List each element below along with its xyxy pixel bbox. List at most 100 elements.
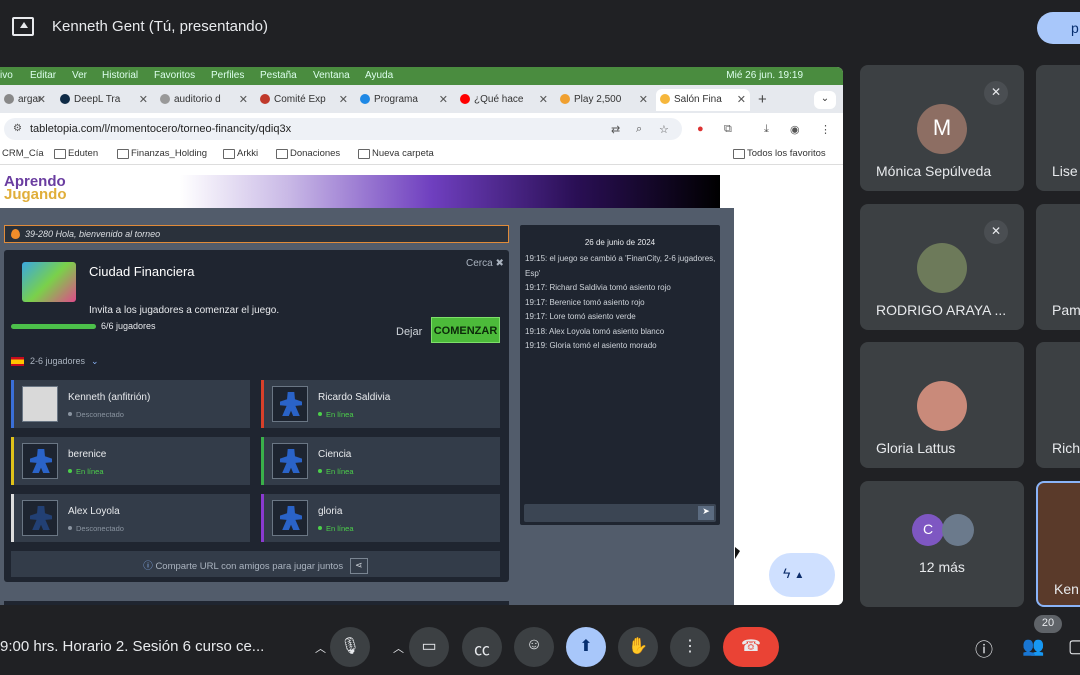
- hand-icon: ✋: [628, 638, 648, 655]
- reactions-button[interactable]: ☺: [514, 627, 554, 667]
- more-options-button[interactable]: ⋮: [670, 627, 710, 667]
- tab-favicon: [660, 94, 670, 104]
- audio-options-chevron-icon[interactable]: ︿: [315, 640, 326, 656]
- player-seat-card[interactable]: Kenneth (anfitrión) Desconectado: [11, 380, 250, 428]
- chat-message: 19:17: Berenice tomó asiento rojo: [525, 297, 645, 307]
- site-logo[interactable]: Aprendo Jugando: [4, 174, 67, 202]
- browser-tab[interactable]: DeepL Tra ✕: [56, 89, 152, 111]
- leave-button[interactable]: Dejar: [396, 326, 422, 338]
- meeple-icon: [30, 449, 52, 473]
- meeple-icon: [280, 392, 302, 416]
- more-count: 12 más: [919, 559, 965, 575]
- people-icon[interactable]: 👥: [1022, 636, 1044, 657]
- stop-presenting-button[interactable]: p: [1037, 12, 1080, 44]
- meeting-info-icon[interactable]: ⓘ: [975, 636, 993, 662]
- participant-tile[interactable]: Pam: [1036, 204, 1080, 330]
- close-tab-icon[interactable]: ✕: [639, 93, 648, 106]
- browser-tab[interactable]: argar ✕: [0, 89, 50, 111]
- meeple-icon: [280, 506, 302, 530]
- close-tab-icon[interactable]: ✕: [37, 93, 46, 106]
- mac-menu-bar: ivo Editar Ver Historial Favoritos Perfi…: [0, 67, 843, 85]
- player-seat-card[interactable]: berenice En línea: [11, 437, 250, 485]
- translate-icon[interactable]: ⇄: [611, 123, 620, 136]
- chat-message: 19:18: Alex Loyola tomó asiento blanco: [525, 326, 665, 336]
- extension-icon[interactable]: ●: [697, 123, 704, 135]
- bookmark-folder[interactable]: Arkki: [223, 148, 258, 159]
- captions-button[interactable]: ㏄: [462, 627, 502, 667]
- mic-muted-icon: ✕: [984, 81, 1008, 105]
- bookmark-folder[interactable]: Finanzas_Holding: [117, 148, 207, 159]
- participant-tile[interactable]: Lise: [1036, 65, 1080, 191]
- raise-hand-button[interactable]: ✋: [618, 627, 658, 667]
- progress-fill: [11, 324, 96, 329]
- address-bar[interactable]: ⚙ tabletopia.com/l/momentocero/torneo-fi…: [4, 118, 682, 140]
- close-tab-icon[interactable]: ✕: [539, 93, 548, 106]
- browser-menu-icon[interactable]: ⋮: [820, 123, 831, 136]
- site-info-icon[interactable]: ⚙: [13, 123, 22, 134]
- chat-icon[interactable]: ▢: [1068, 636, 1080, 657]
- participant-tile[interactable]: M Mónica Sepúlveda ✕: [860, 65, 1024, 191]
- camera-button[interactable]: ▭: [409, 627, 449, 667]
- site-header-banner: Aprendo Jugando: [0, 174, 720, 208]
- browser-tab[interactable]: Programa ✕: [356, 89, 452, 111]
- chat-input[interactable]: ➤: [524, 504, 716, 522]
- participant-tile[interactable]: RODRIGO ARAYA ... ✕: [860, 204, 1024, 330]
- menu-help[interactable]: Ayuda: [365, 70, 393, 81]
- bookmark-folder[interactable]: Eduten: [54, 148, 98, 159]
- player-avatar: [272, 443, 308, 479]
- menu-history[interactable]: Historial: [102, 70, 138, 81]
- browser-tab-active[interactable]: Salón Fina ✕: [656, 89, 750, 111]
- browser-tab[interactable]: ¿Qué hace ✕: [456, 89, 552, 111]
- participant-avatar: [942, 514, 974, 546]
- menu-window[interactable]: Ventana: [313, 70, 350, 81]
- menu-tab[interactable]: Pestaña: [260, 70, 297, 81]
- profile-avatar-icon[interactable]: ◉: [790, 123, 800, 136]
- hang-up-icon: ☎: [741, 638, 761, 655]
- bookmark-folder[interactable]: Nueva carpeta: [358, 148, 434, 159]
- start-game-button[interactable]: COMENZAR: [431, 317, 500, 343]
- participant-tile[interactable]: Gloria Lattus: [860, 342, 1024, 468]
- leave-call-button[interactable]: ☎: [723, 627, 779, 667]
- close-tab-icon[interactable]: ✕: [139, 93, 148, 106]
- close-tab-icon[interactable]: ✕: [439, 93, 448, 106]
- microphone-button[interactable]: 🎙: [330, 627, 370, 667]
- present-screen-button[interactable]: ⬆: [566, 627, 606, 667]
- bookmark-folder[interactable]: Donaciones: [276, 148, 340, 159]
- menu-view[interactable]: Ver: [72, 70, 87, 81]
- player-seat-card[interactable]: Ricardo Saldivia En línea: [261, 380, 500, 428]
- close-tab-icon[interactable]: ✕: [737, 93, 746, 106]
- close-room-button[interactable]: Cerca ✖: [466, 258, 504, 269]
- microphone-icon: 🎙: [339, 638, 361, 655]
- player-seat-card[interactable]: Ciencia En línea: [261, 437, 500, 485]
- players-range-dropdown[interactable]: 2-6 jugadores ⌄: [11, 356, 99, 367]
- share-icon[interactable]: ⋖: [349, 558, 368, 575]
- player-seat-card[interactable]: Alex Loyola Desconectado: [11, 494, 250, 542]
- menu-file[interactable]: ivo: [0, 70, 13, 81]
- participant-tile[interactable]: Rich: [1036, 342, 1080, 468]
- menu-favorites[interactable]: Favoritos: [154, 70, 195, 81]
- more-participants-tile[interactable]: C 12 más: [860, 481, 1024, 607]
- all-bookmarks-folder[interactable]: Todos los favoritos: [733, 148, 826, 159]
- close-tab-icon[interactable]: ✕: [239, 93, 248, 106]
- floating-action-button[interactable]: ϟ ▲: [769, 553, 835, 597]
- close-tab-icon[interactable]: ✕: [339, 93, 348, 106]
- menu-profiles[interactable]: Perfiles: [211, 70, 244, 81]
- menu-edit[interactable]: Editar: [30, 70, 56, 81]
- browser-tab[interactable]: Play 2,500 ✕: [556, 89, 652, 111]
- player-name: Kenneth (anfitrión): [68, 392, 151, 403]
- bookmark-star-icon[interactable]: ☆: [659, 123, 669, 136]
- zoom-icon[interactable]: ⌕: [636, 123, 642, 136]
- send-icon[interactable]: ➤: [698, 506, 714, 520]
- download-icon[interactable]: ⤓: [764, 123, 769, 136]
- player-seat-card[interactable]: gloria En línea: [261, 494, 500, 542]
- browser-tab[interactable]: Comité Exp ✕: [256, 89, 352, 111]
- video-options-chevron-icon[interactable]: ︿: [393, 640, 404, 656]
- extensions-puzzle-icon[interactable]: ⧉: [724, 123, 732, 136]
- self-view-tile[interactable]: Ken: [1036, 481, 1080, 607]
- tab-favicon: [4, 94, 14, 104]
- bookmark-item[interactable]: CRM_Cía: [0, 148, 44, 159]
- tabletopia-lobby-area: 39-280 Hola, bienvenido al torneo Ciudad…: [0, 208, 734, 605]
- new-tab-button[interactable]: +: [758, 91, 767, 108]
- browser-tab[interactable]: auditorio d ✕: [156, 89, 252, 111]
- tab-search-chevron-icon[interactable]: ⌄: [814, 91, 836, 109]
